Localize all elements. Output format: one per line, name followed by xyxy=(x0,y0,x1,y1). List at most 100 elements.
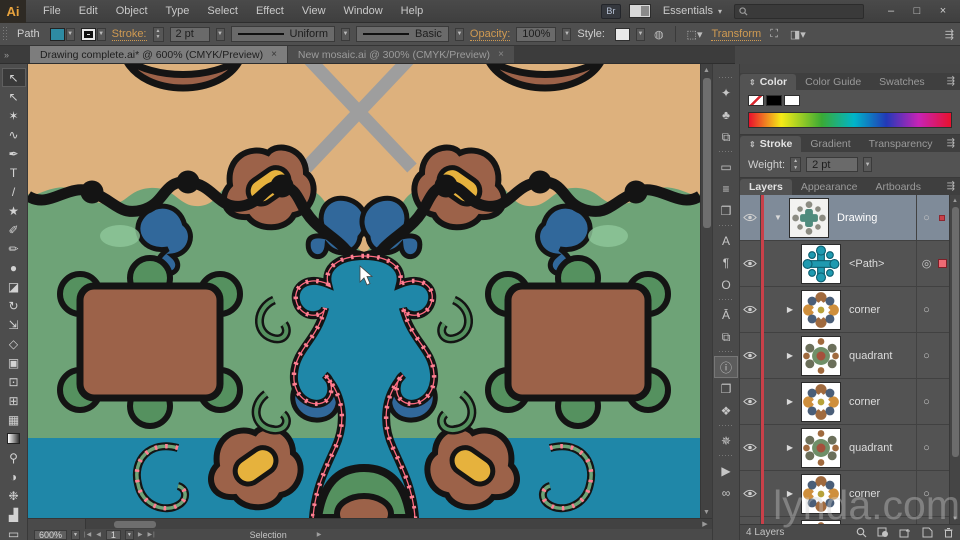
layer-row[interactable]: ▶ corner ○ xyxy=(740,379,960,425)
menu-select[interactable]: Select xyxy=(198,0,247,22)
layer-name[interactable]: corner xyxy=(849,488,916,500)
tool-shape-builder-tool[interactable]: ⊡ xyxy=(2,372,26,391)
paragraph-panel-icon[interactable]: ¶ xyxy=(714,252,738,274)
expand-arrow-icon[interactable]: ▶ xyxy=(779,397,801,406)
variable-width-profile[interactable]: Uniform xyxy=(230,26,336,42)
tool-shape-tool[interactable]: ★ xyxy=(2,201,26,220)
expand-arrow-icon[interactable]: ▶ xyxy=(779,305,801,314)
layer-row[interactable]: ▶ corner ○ xyxy=(740,287,960,333)
dock-group-grip[interactable] xyxy=(718,224,734,228)
document-tab[interactable]: Drawing complete.ai* @ 600% (CMYK/Previe… xyxy=(30,46,287,63)
menu-help[interactable]: Help xyxy=(392,0,433,22)
layer-target-icon[interactable]: ○ xyxy=(916,517,936,524)
document-info-panel-icon[interactable]: ❐ xyxy=(714,378,738,400)
tab-appearance[interactable]: Appearance xyxy=(792,179,867,195)
tab-color[interactable]: ⇕ Color xyxy=(740,74,797,90)
layer-name[interactable]: quadrant xyxy=(849,350,916,362)
close-button[interactable]: × xyxy=(930,2,956,20)
dock-group-grip[interactable] xyxy=(718,350,734,354)
visibility-toggle[interactable] xyxy=(740,471,761,516)
opacity-value[interactable]: 100% xyxy=(516,26,557,42)
tool-gradient-tool[interactable] xyxy=(2,429,26,448)
weight-stepper[interactable]: ▲ ▼ xyxy=(790,157,802,172)
tool-column-graph-tool[interactable]: ▟ xyxy=(2,505,26,524)
layer-name[interactable]: quadrant xyxy=(849,442,916,454)
visibility-toggle[interactable] xyxy=(740,517,761,524)
menu-effect[interactable]: Effect xyxy=(247,0,293,22)
tool-blob-brush-tool[interactable]: ● xyxy=(2,258,26,277)
profile-dropdown[interactable]: ▼ xyxy=(341,27,351,41)
brushes-panel-icon[interactable]: ✦ xyxy=(714,82,738,104)
layer-row[interactable]: ▶ quadrant ○ xyxy=(740,425,960,471)
appearance-panel-icon[interactable]: ✵ xyxy=(714,430,738,452)
visibility-toggle[interactable] xyxy=(740,195,761,240)
document-tab[interactable]: New mosaic.ai @ 300% (CMYK/Preview) × xyxy=(286,46,514,63)
artboard-number[interactable]: 1 xyxy=(105,529,121,540)
swatches-panel-icon[interactable]: ❖ xyxy=(714,400,738,422)
layer-row[interactable]: <Path> ◎ xyxy=(740,241,960,287)
scroll-down-icon[interactable]: ▼ xyxy=(952,513,958,524)
last-page-button[interactable]: ▶| xyxy=(147,531,155,538)
document-setup-icon[interactable]: ◍ xyxy=(651,28,667,41)
image-trace-panel-icon[interactable]: ⧉ xyxy=(714,126,738,148)
layer-target-icon[interactable]: ○ xyxy=(916,333,936,378)
layer-target-icon[interactable]: ○ xyxy=(916,425,936,470)
brush-dropdown[interactable]: ▼ xyxy=(454,27,464,41)
panel-menu-icon[interactable]: ⇶ xyxy=(947,76,955,87)
layers-scroll-thumb[interactable] xyxy=(951,207,959,457)
clipping-mask-icon[interactable] xyxy=(877,527,889,538)
links-panel-icon[interactable]: ∞ xyxy=(714,482,738,504)
tool-eyedropper-tool[interactable]: ⚲ xyxy=(2,448,26,467)
scroll-down-icon[interactable]: ▼ xyxy=(703,506,710,518)
control-panel-menu-icon[interactable]: ⇶ xyxy=(945,28,960,41)
tool-magic-wand-tool[interactable]: ✶ xyxy=(2,106,26,125)
menu-view[interactable]: View xyxy=(293,0,335,22)
layer-name[interactable]: corner xyxy=(849,304,916,316)
stroke-color-swatch[interactable] xyxy=(80,27,96,41)
artboards-panel-icon[interactable]: ▭ xyxy=(714,156,738,178)
white-swatch[interactable] xyxy=(784,95,800,106)
align-panel-icon[interactable]: ≡ xyxy=(714,178,738,200)
layer-thumbnail[interactable] xyxy=(789,197,829,238)
tool-line-segment-tool[interactable]: / xyxy=(2,182,26,201)
expand-arrow-icon[interactable]: ▼ xyxy=(767,213,789,222)
tab-swatches[interactable]: Swatches xyxy=(870,74,934,90)
stroke-weight-stepper[interactable]: ▲ ▼ xyxy=(152,26,164,42)
tool-perspective-grid-tool[interactable]: ⊞ xyxy=(2,391,26,410)
visibility-toggle[interactable] xyxy=(740,287,761,332)
zoom-level[interactable]: 600% xyxy=(34,529,68,540)
info-panel-icon[interactable]: ⓘ xyxy=(714,356,738,378)
layer-row[interactable]: ▶ quadrant ○ xyxy=(740,333,960,379)
layer-thumbnail[interactable] xyxy=(801,289,841,330)
tool-width-tool[interactable]: ◇ xyxy=(2,334,26,353)
layer-target-icon[interactable]: ○ xyxy=(916,379,936,424)
dock-group-grip[interactable] xyxy=(718,454,734,458)
preferences-icon[interactable]: ⬚▾ xyxy=(684,28,706,41)
tool-blend-tool[interactable]: ◑ xyxy=(2,467,26,486)
none-swatch[interactable] xyxy=(748,95,764,106)
layer-target-icon[interactable]: ○ xyxy=(916,195,936,240)
new-layer-icon[interactable] xyxy=(921,527,933,538)
expand-arrow-icon[interactable]: ▶ xyxy=(779,443,801,452)
workspace-switcher[interactable]: Essentials ▾ xyxy=(659,3,726,19)
character-panel-icon[interactable]: A xyxy=(714,230,738,252)
align-icon[interactable]: ⛶ xyxy=(767,28,781,41)
new-sublayer-icon[interactable] xyxy=(899,527,911,538)
arrange-documents-icon[interactable] xyxy=(628,4,651,18)
menu-window[interactable]: Window xyxy=(335,0,392,22)
tool-pen-tool[interactable]: ✒ xyxy=(2,144,26,163)
stroke-dropdown[interactable]: ▼ xyxy=(96,27,106,41)
tool-rotate-tool[interactable]: ↻ xyxy=(2,296,26,315)
opentype-panel-icon[interactable]: O xyxy=(714,274,738,296)
layer-thumbnail[interactable] xyxy=(801,427,841,468)
restore-button[interactable]: □ xyxy=(904,2,930,20)
visibility-toggle[interactable] xyxy=(740,425,761,470)
tool-pencil-tool[interactable]: ✏ xyxy=(2,239,26,258)
canvas-horizontal-scrollbar[interactable]: ▶ xyxy=(28,518,712,529)
menu-type[interactable]: Type xyxy=(157,0,199,22)
layer-row[interactable]: ▼ Drawing ○ xyxy=(740,195,960,241)
layer-thumbnail[interactable] xyxy=(801,335,841,376)
layer-name[interactable]: Drawing xyxy=(837,212,916,224)
layer-row[interactable]: ▶ quadrant ○ xyxy=(740,517,960,524)
close-tab-icon[interactable]: × xyxy=(271,49,277,60)
